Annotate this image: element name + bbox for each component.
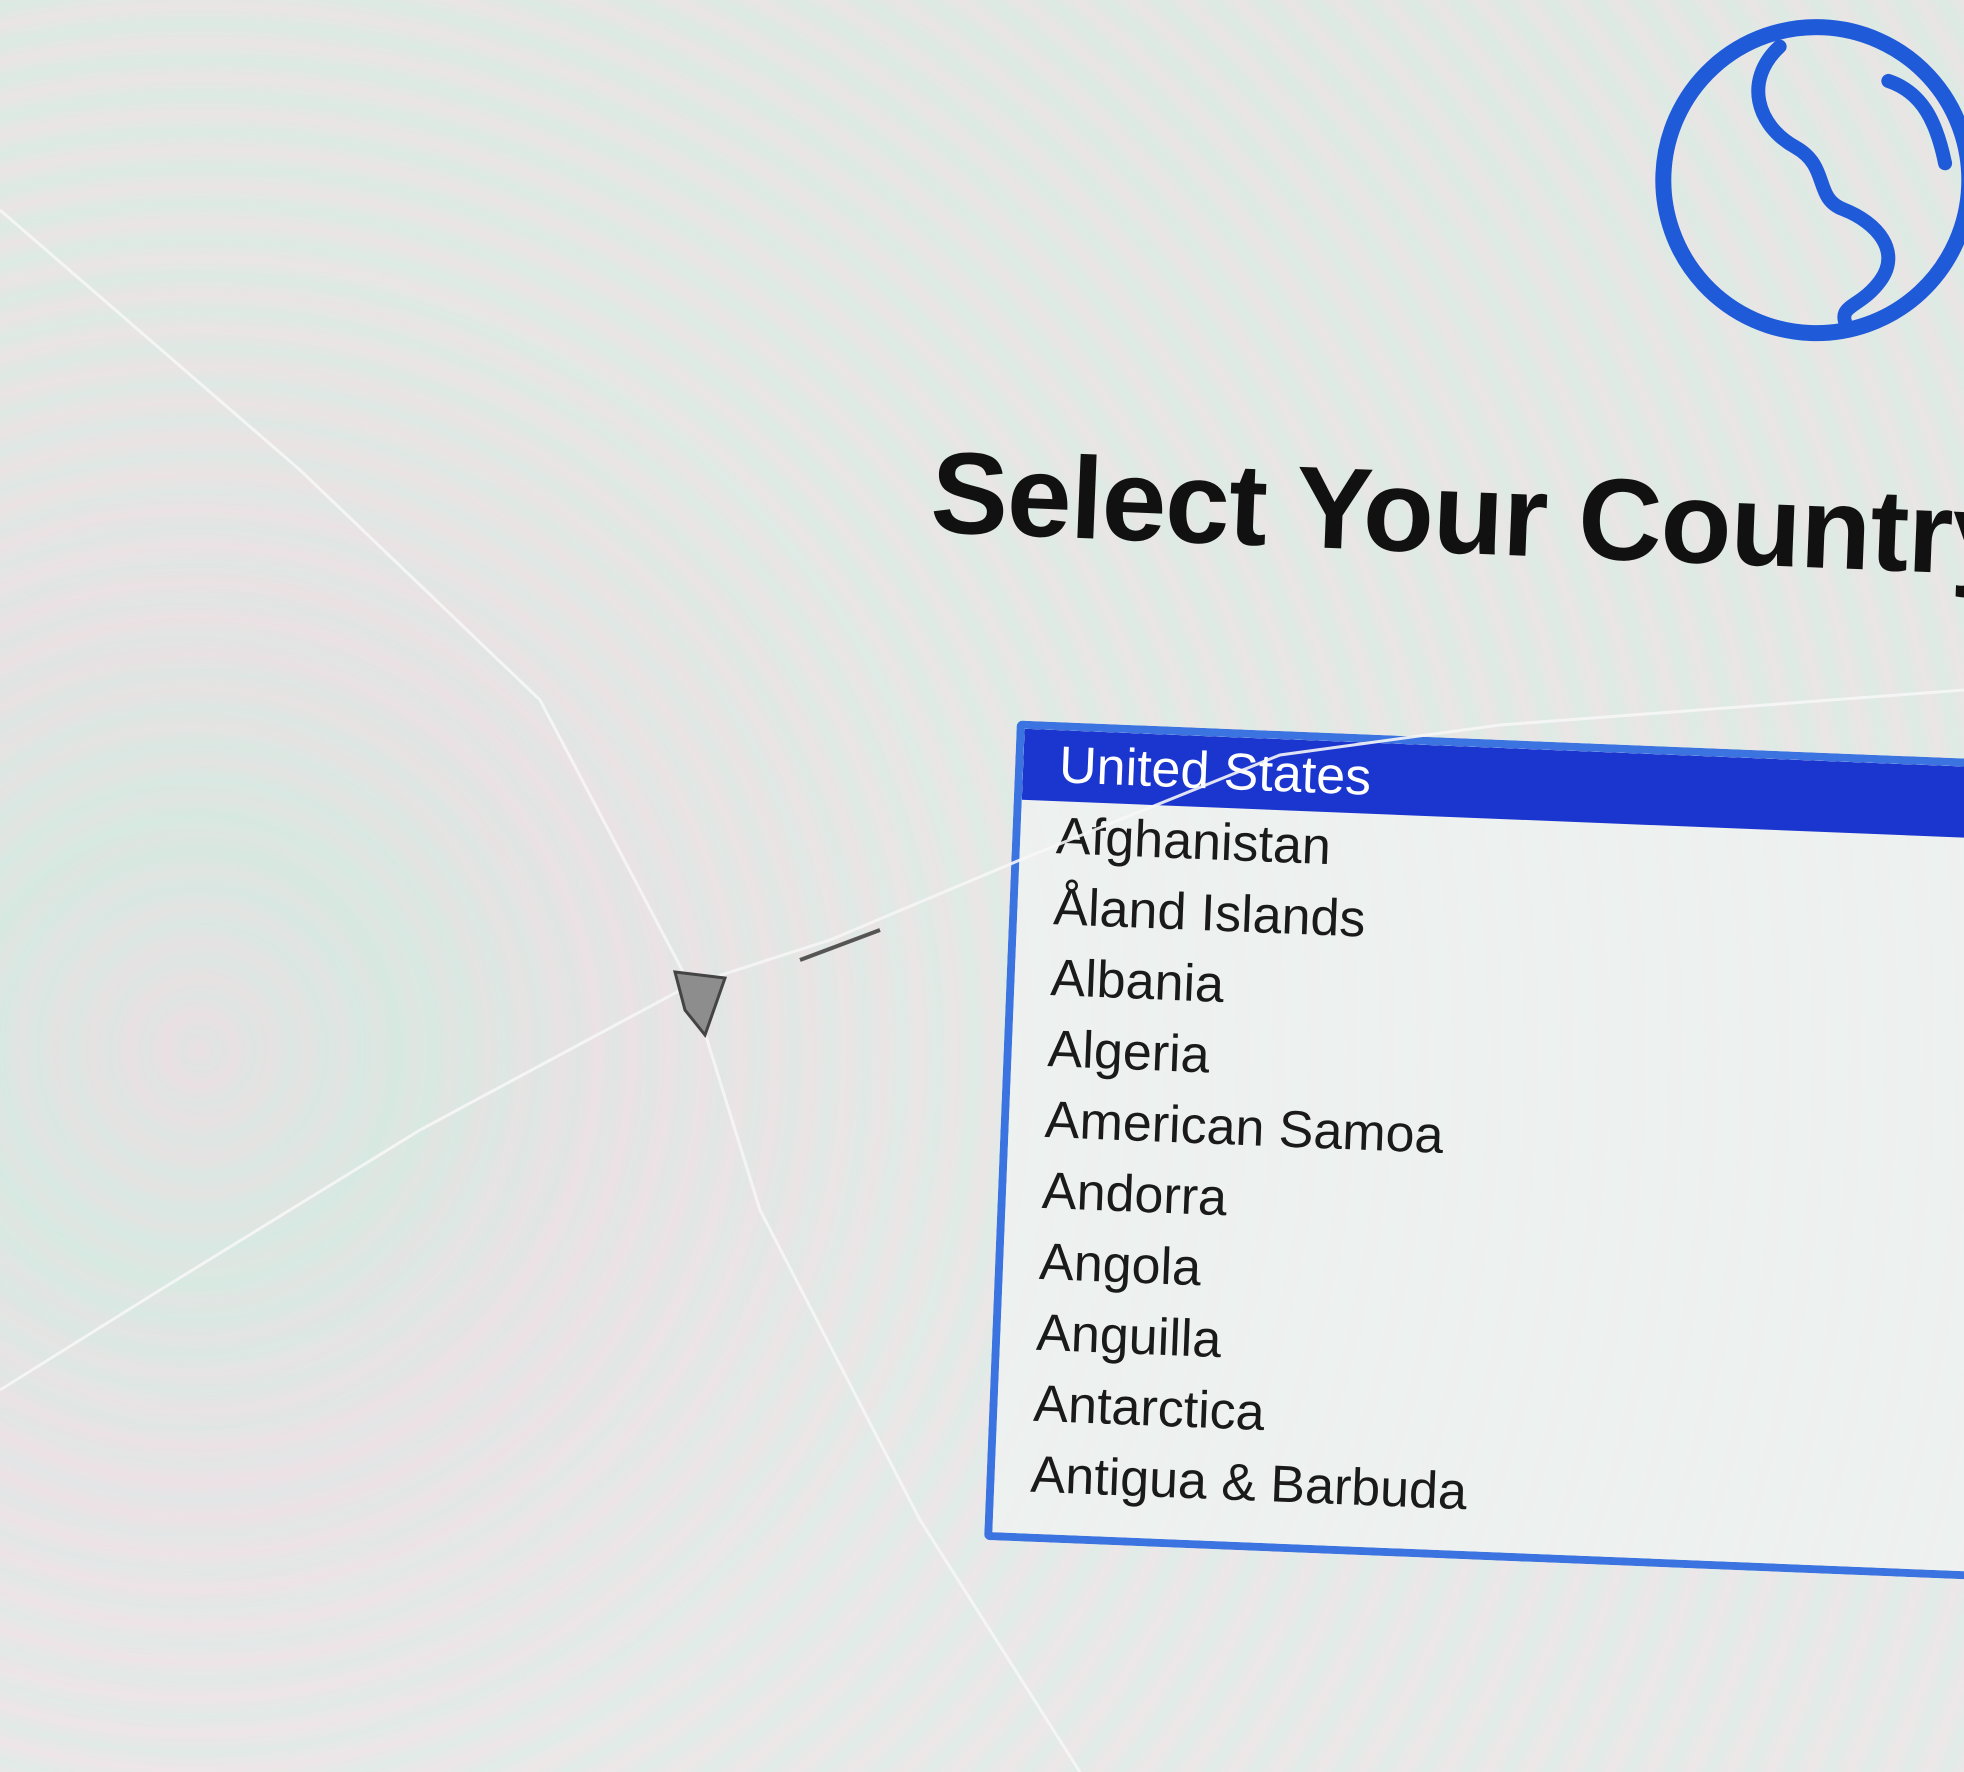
country-list[interactable]: United States Afghanistan Åland Islands … (984, 720, 1964, 1580)
page-title: Select Your Country (928, 426, 1964, 601)
setup-screen: Select Your Country United States Afghan… (0, 0, 1964, 1772)
globe-icon (1638, 1, 1964, 360)
